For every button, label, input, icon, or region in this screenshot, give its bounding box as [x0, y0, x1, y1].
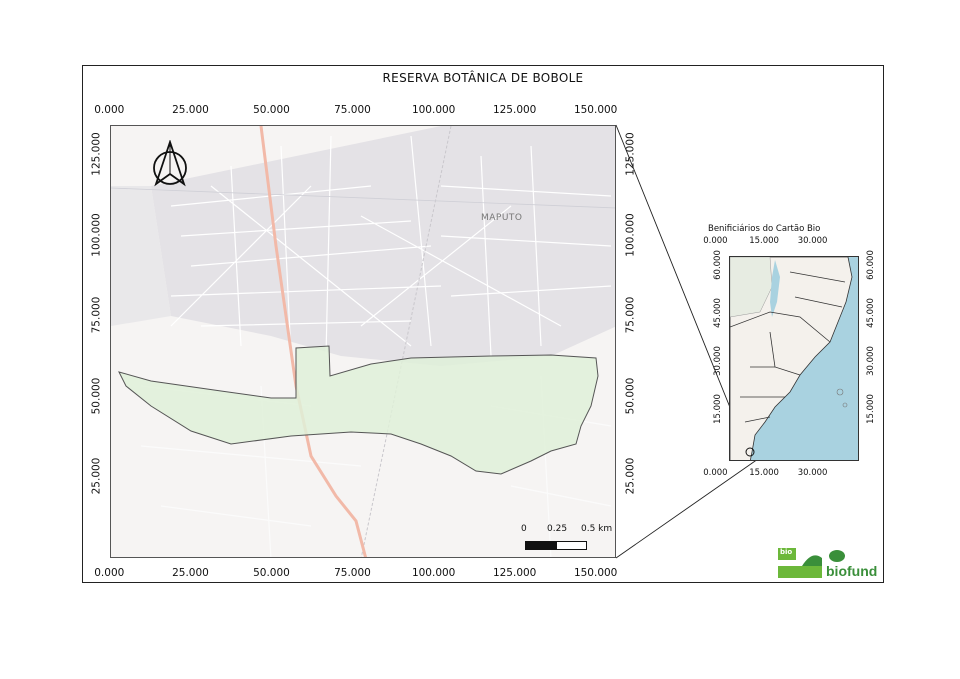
inset-x-tick-top: 30.000 [797, 236, 828, 246]
inset-x-tick-bottom: 15.000 [749, 468, 779, 478]
inset-y-tick-left: 15.000 [712, 394, 723, 424]
inset-x-tick-top: 0.000 [703, 236, 728, 246]
inset-y-tick-left: 45.000 [712, 298, 723, 328]
inset-y-tick-right: 15.000 [865, 394, 876, 424]
inset-x-tick-bottom: 0.000 [703, 468, 728, 478]
inset-map[interactable] [729, 256, 859, 461]
inset-x-tick-bottom: 30.000 [797, 468, 828, 478]
bio-logo-text: bio [780, 548, 793, 556]
inset-y-tick-right: 45.000 [865, 298, 876, 328]
inset-y-tick-right: 60.000 [865, 250, 876, 280]
inset-y-tick-left: 60.000 [712, 250, 723, 280]
island [836, 388, 844, 396]
cartao-bio-logo: bio [778, 548, 822, 578]
inset-title: Benificiários do Cartão Bio [708, 224, 821, 234]
biofund-logo-text: biofund [826, 563, 878, 579]
inset-map-svg [730, 257, 853, 460]
inset-x-tick-top: 15.000 [749, 236, 779, 246]
inset-y-tick-right: 30.000 [865, 346, 876, 376]
island [842, 402, 848, 408]
biofund-leaf-icon [829, 550, 845, 562]
inset-y-tick-left: 30.000 [712, 346, 723, 376]
